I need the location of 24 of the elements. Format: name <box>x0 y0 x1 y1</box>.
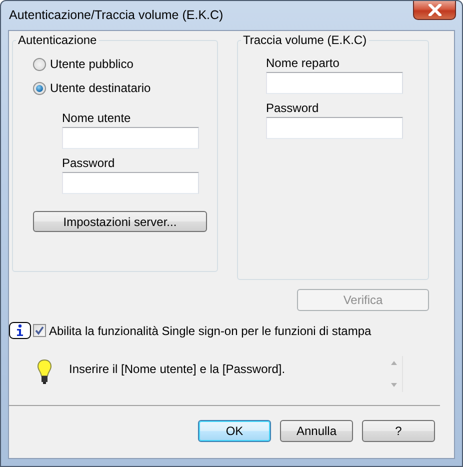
group-title: Traccia volume (E.K.C) <box>242 33 368 47</box>
group-title: Autenticazione <box>17 33 98 47</box>
radio-option[interactable]: Utente destinatario <box>33 80 217 96</box>
field-label: Password <box>266 101 320 116</box>
input-field[interactable] <box>266 72 403 94</box>
window-title: Autenticazione/Traccia volume (E.K.C) <box>9 8 224 22</box>
input-field[interactable] <box>266 117 403 139</box>
dialog-button[interactable]: ? <box>362 420 435 442</box>
info-icon[interactable] <box>9 322 31 339</box>
dialog-button[interactable]: OK <box>198 420 271 442</box>
input-field[interactable] <box>62 127 199 149</box>
server-settings-button[interactable]: Impostazioni server... <box>33 211 207 232</box>
dialog-button[interactable]: Annulla <box>280 420 353 442</box>
field-label: Password <box>62 156 116 171</box>
lightbulb-icon <box>37 359 52 385</box>
field-label: Nome reparto <box>266 56 340 71</box>
checkmark-icon <box>34 325 45 336</box>
field-label: Nome utente <box>62 111 132 126</box>
close-icon <box>428 4 442 16</box>
message-text: Inserire il [Nome utente] e la [Password]. <box>69 362 286 376</box>
close-button[interactable] <box>413 1 456 20</box>
radio-option[interactable]: Utente pubblico <box>33 56 217 72</box>
single-sign-on-checkbox[interactable]: Abilita la funzionalità Single sign-on per le funzioni di stampa <box>33 324 372 338</box>
input-field[interactable] <box>62 172 199 194</box>
